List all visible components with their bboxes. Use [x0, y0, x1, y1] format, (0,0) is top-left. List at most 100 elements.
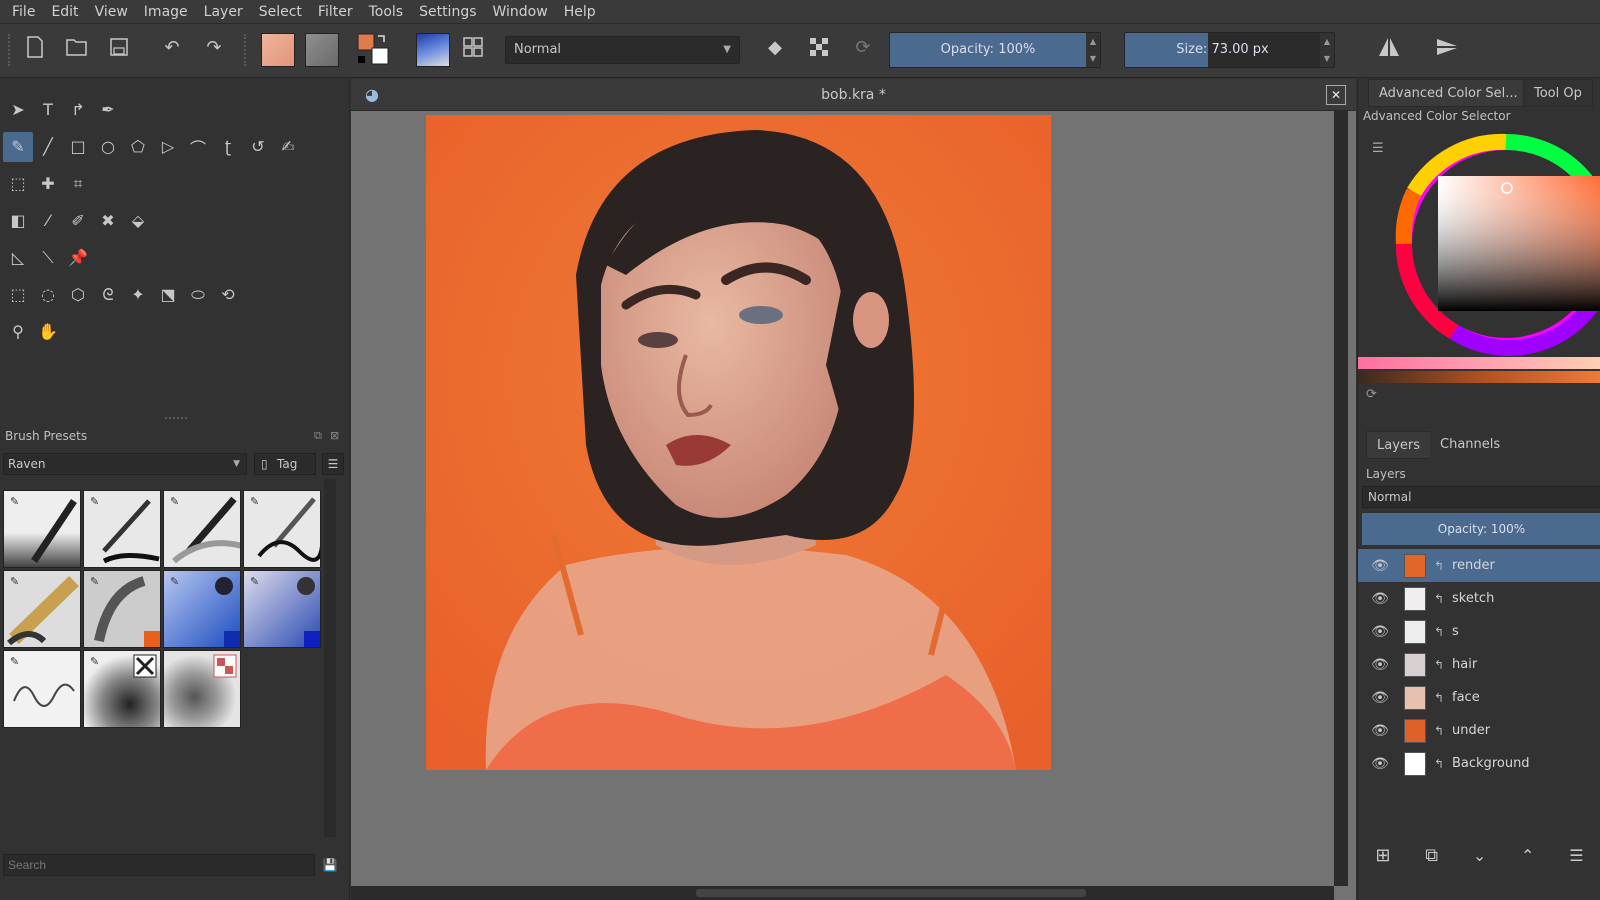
value-slider[interactable]	[1358, 371, 1600, 383]
layer-properties-icon[interactable]: ☰	[1569, 846, 1583, 865]
save-document-icon[interactable]	[104, 32, 134, 62]
rectangle-tool-icon[interactable]: □	[63, 132, 93, 162]
brush-preset-tile[interactable]: ✎	[243, 490, 321, 568]
zoom-tool-icon[interactable]: ⚲	[3, 317, 33, 347]
alpha-inherit-icon[interactable]: ↰	[1434, 757, 1448, 771]
menu-settings[interactable]: Settings	[411, 0, 484, 24]
canvas-vertical-scrollbar[interactable]	[1334, 111, 1348, 886]
save-search-icon[interactable]: 💾	[318, 854, 342, 876]
menu-layer[interactable]: Layer	[196, 0, 251, 24]
menu-window[interactable]: Window	[485, 0, 556, 24]
brush-preset-tile[interactable]: ✎	[3, 650, 81, 728]
contiguous-selection-icon[interactable]: ✦	[123, 280, 153, 310]
layer-row[interactable]: 👁 ↰ Background	[1358, 747, 1600, 780]
document-tab[interactable]: ◕ bob.kra * ✕	[351, 79, 1356, 111]
layer-row[interactable]: 👁 ↰ render	[1358, 549, 1600, 582]
dock-splitter[interactable]	[165, 417, 187, 419]
alpha-inherit-icon[interactable]: ↰	[1434, 559, 1448, 573]
calligraphy-tool-icon[interactable]: ✒	[93, 95, 123, 125]
move-layer-up-icon[interactable]: ⌃	[1521, 846, 1534, 865]
layer-row[interactable]: 👁 ↰ under	[1358, 714, 1600, 747]
eye-icon[interactable]: 👁	[1366, 690, 1394, 706]
layer-row[interactable]: 👁 ↰ sketch	[1358, 582, 1600, 615]
layer-row[interactable]: 👁 ↰ s	[1358, 615, 1600, 648]
pan-tool-icon[interactable]: ✋	[33, 317, 63, 347]
new-document-icon[interactable]	[20, 32, 50, 62]
tag-button[interactable]: ▯ Tag	[254, 453, 316, 475]
color-picker-tool-icon[interactable]: ⁄	[33, 206, 63, 236]
brush-preset-tile[interactable]: ✎	[3, 570, 81, 648]
menu-view[interactable]: View	[87, 0, 136, 24]
pattern-preset-swatch[interactable]	[305, 33, 339, 67]
close-document-button[interactable]: ✕	[1326, 85, 1346, 105]
elliptical-selection-icon[interactable]: ◌	[33, 280, 63, 310]
mirror-vertical-icon[interactable]	[1432, 32, 1462, 62]
smart-patch-tool-icon[interactable]: ✖	[93, 206, 123, 236]
hue-slider[interactable]	[1358, 357, 1600, 369]
eraser-mode-icon[interactable]: ◆	[760, 32, 790, 62]
polygonal-selection-icon[interactable]: ⬡	[63, 280, 93, 310]
gradient-preset-swatch[interactable]	[261, 33, 295, 67]
magnetic-selection-icon[interactable]: ⟲	[213, 280, 243, 310]
multibrush-tool-icon[interactable]: ✍	[273, 132, 303, 162]
panel-close-icon[interactable]: ⊠	[330, 429, 339, 442]
bezier-selection-icon[interactable]: ⬭	[183, 280, 213, 310]
tab-channels[interactable]: Channels	[1430, 431, 1511, 459]
eye-icon[interactable]: 👁	[1366, 624, 1394, 640]
edit-shapes-tool-icon[interactable]: ↱	[63, 95, 93, 125]
menu-tools[interactable]: Tools	[361, 0, 412, 24]
tab-tool-options[interactable]: Tool Op	[1523, 79, 1593, 107]
polyline-tool-icon[interactable]: ▷	[153, 132, 183, 162]
menu-select[interactable]: Select	[251, 0, 310, 24]
horizontal-scroll-thumb[interactable]	[696, 889, 1086, 897]
eye-icon[interactable]: 👁	[1366, 657, 1394, 673]
alpha-inherit-icon[interactable]: ↰	[1434, 724, 1448, 738]
dynamic-brush-tool-icon[interactable]: ↺	[243, 132, 273, 162]
assistant-tool-icon[interactable]: ◺	[3, 243, 33, 273]
panel-float-icon[interactable]: ⧉	[314, 429, 322, 443]
duplicate-layer-icon[interactable]: ⧉	[1425, 845, 1438, 866]
brush-presets-scrollbar[interactable]	[324, 479, 336, 837]
layer-opacity-slider[interactable]: Opacity: 100%	[1362, 513, 1600, 545]
add-layer-icon[interactable]: ⊞	[1375, 845, 1390, 866]
redo-icon[interactable]: ↷	[199, 32, 229, 62]
eye-icon[interactable]: 👁	[1366, 756, 1394, 772]
undo-icon[interactable]: ↶	[157, 32, 187, 62]
tab-advanced-color-selector[interactable]: Advanced Color Sel...	[1368, 79, 1529, 107]
preserve-alpha-icon[interactable]	[804, 32, 834, 62]
move-layer-down-icon[interactable]: ⌄	[1473, 846, 1486, 865]
brush-preset-tile[interactable]: ✎	[163, 570, 241, 648]
reference-image-tool-icon[interactable]: 📌	[63, 243, 93, 273]
eye-icon[interactable]: 👁	[1366, 591, 1394, 607]
mirror-horizontal-icon[interactable]	[1374, 32, 1404, 62]
menu-image[interactable]: Image	[136, 0, 196, 24]
fg-bg-color-icon[interactable]	[356, 32, 392, 68]
toolbar-grip[interactable]	[8, 34, 11, 66]
workspace-icon[interactable]	[458, 32, 488, 62]
opacity-slider[interactable]: Opacity: 100% ▲ ▼	[889, 32, 1101, 68]
brush-tag-select[interactable]: Raven ▼	[3, 453, 247, 475]
layer-blend-mode-select[interactable]: Normal	[1362, 486, 1600, 508]
canvas-horizontal-scrollbar[interactable]	[351, 886, 1334, 900]
text-tool-icon[interactable]: T	[33, 95, 63, 125]
freehand-selection-icon[interactable]: ᘓ	[93, 280, 123, 310]
eye-icon[interactable]: 👁	[1366, 723, 1394, 739]
brush-preset-tile[interactable]: ✎	[3, 490, 81, 568]
gradient-tool-icon[interactable]: ◧	[3, 206, 33, 236]
bezier-tool-icon[interactable]: ⌒	[183, 132, 213, 162]
menu-file[interactable]: File	[4, 0, 43, 24]
size-spin-arrows[interactable]: ▲ ▼	[1320, 33, 1334, 67]
brush-preset-tile[interactable]: ✎	[83, 650, 161, 728]
similar-color-selection-icon[interactable]: ⬔	[153, 280, 183, 310]
brush-preset-tile[interactable]	[163, 650, 241, 728]
ellipse-tool-icon[interactable]: ○	[93, 132, 123, 162]
brush-preset-tile[interactable]: ✎	[243, 570, 321, 648]
layer-row[interactable]: 👁 ↰ hair	[1358, 648, 1600, 681]
measure-tool-icon[interactable]: ⟍	[33, 243, 63, 273]
refresh-colors-icon[interactable]: ⟳	[1366, 387, 1377, 402]
brush-preset-tile[interactable]: ✎	[83, 570, 161, 648]
brush-search-input[interactable]	[3, 854, 315, 876]
menu-edit[interactable]: Edit	[43, 0, 86, 24]
freehand-brush-tool-icon[interactable]: ✎	[3, 131, 33, 162]
opacity-spin-arrows[interactable]: ▲ ▼	[1086, 33, 1100, 67]
